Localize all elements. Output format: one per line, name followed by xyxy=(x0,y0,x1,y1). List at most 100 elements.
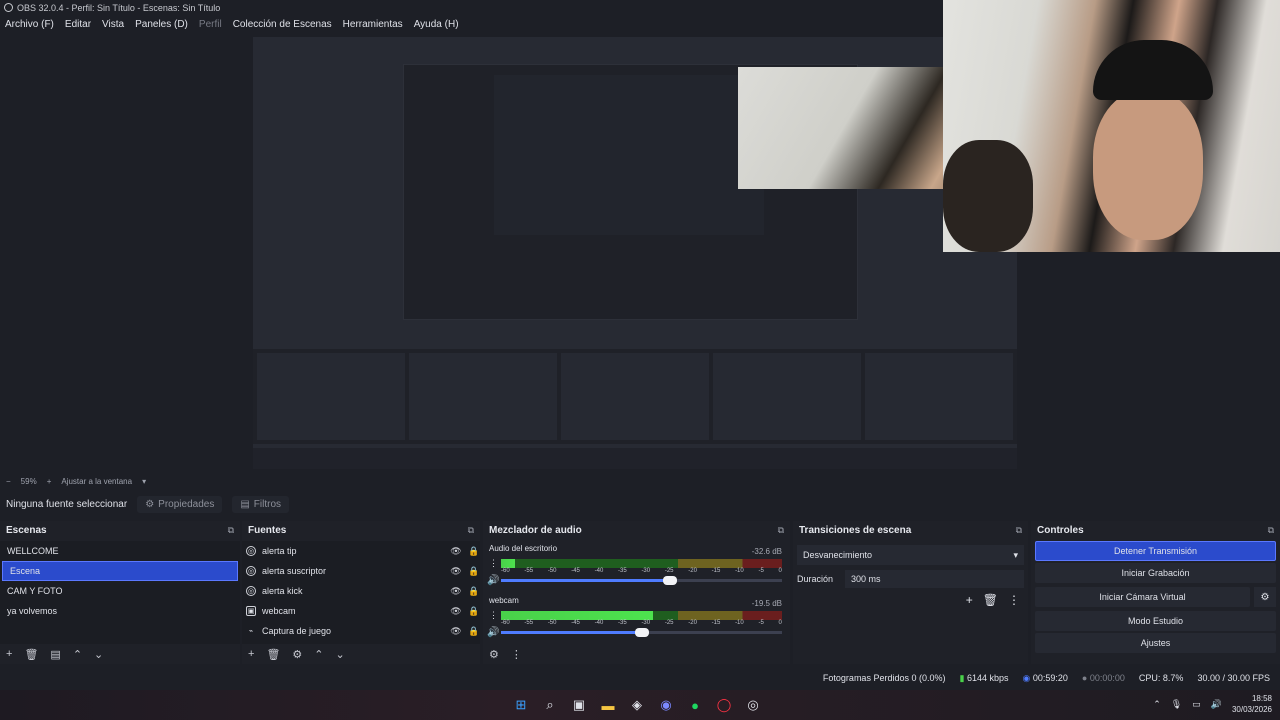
kebab-menu-icon[interactable]: ⋮ xyxy=(511,648,522,661)
add-icon[interactable]: + xyxy=(6,648,12,660)
chevron-down-icon[interactable]: ▾ xyxy=(142,477,146,486)
popout-icon[interactable]: ⧉ xyxy=(228,525,234,536)
volume-knob[interactable] xyxy=(662,576,677,585)
eye-icon[interactable]: 👁 xyxy=(450,626,462,637)
menu-archivo[interactable]: Archivo (F) xyxy=(5,19,54,30)
filters-button[interactable]: ▤ Filtros xyxy=(232,495,290,513)
volume-icon[interactable]: 🔊 xyxy=(1211,699,1222,710)
source-row[interactable]: ⌁ Captura de juego 👁 🔒 xyxy=(242,621,480,641)
kebab-menu-icon[interactable]: ⋮ xyxy=(489,610,498,621)
nested-docks xyxy=(253,349,1017,444)
volume-slider[interactable] xyxy=(501,576,782,585)
opera-icon[interactable]: ◯ xyxy=(715,696,733,714)
obs-logo-icon xyxy=(4,3,13,12)
eye-icon[interactable]: 👁 xyxy=(450,586,462,597)
lock-icon[interactable]: 🔒 xyxy=(468,566,480,577)
properties-button[interactable]: ⚙ Propiedades xyxy=(137,495,223,513)
source-row[interactable]: ▣ webcam 👁 🔒 xyxy=(242,601,480,621)
eye-icon[interactable]: 👁 xyxy=(450,566,462,577)
gear-icon[interactable]: ⚙ xyxy=(1254,587,1276,607)
lock-icon[interactable]: 🔒 xyxy=(468,626,480,637)
dropped-frames: Fotogramas Perdidos 0 (0.0%) xyxy=(822,673,946,683)
scene-item[interactable]: CAM Y FOTO xyxy=(0,581,240,601)
tick-label: -30 xyxy=(641,620,651,626)
menu-editar[interactable]: Editar xyxy=(65,19,91,30)
network-icon[interactable]: ▭ xyxy=(1192,699,1201,710)
add-icon[interactable]: + xyxy=(248,648,254,660)
clock[interactable]: 18:58 30/03/2026 xyxy=(1232,693,1272,715)
scene-item[interactable]: ya volvemos xyxy=(0,601,240,621)
transition-duration-row: Duración 300 ms xyxy=(797,569,1024,589)
gear-icon[interactable]: ⚙ xyxy=(292,648,302,661)
discord-icon[interactable]: ◉ xyxy=(657,696,675,714)
move-down-icon[interactable]: ⌄ xyxy=(94,648,103,661)
add-icon[interactable]: + xyxy=(966,593,973,607)
source-row[interactable]: ◎ alerta tip 👁 🔒 xyxy=(242,541,480,561)
filter-icon[interactable]: ▤ xyxy=(50,648,60,661)
move-up-icon[interactable]: ⌃ xyxy=(73,648,82,661)
source-row[interactable]: ◎ alerta suscriptor 👁 🔒 xyxy=(242,561,480,581)
trash-icon[interactable]: 🗑 xyxy=(266,648,280,661)
menu-perfil[interactable]: Perfil xyxy=(199,19,222,30)
eye-icon[interactable]: 👁 xyxy=(450,546,462,557)
move-down-icon[interactable]: ⌄ xyxy=(336,648,345,661)
start-virtualcam-button[interactable]: Iniciar Cámara Virtual xyxy=(1035,587,1250,607)
lock-icon[interactable]: 🔒 xyxy=(468,586,480,597)
menu-ayuda[interactable]: Ayuda (H) xyxy=(414,19,459,30)
meter-fill xyxy=(501,559,516,568)
chevron-up-icon[interactable]: ⌃ xyxy=(1153,699,1161,710)
start-record-button[interactable]: Iniciar Grabación xyxy=(1035,563,1276,583)
volume-slider[interactable] xyxy=(501,628,782,637)
trash-icon[interactable]: 🗑 xyxy=(983,593,998,607)
volume-knob[interactable] xyxy=(634,628,649,637)
settings-button[interactable]: Ajustes xyxy=(1035,633,1276,653)
microphone-icon[interactable]: 🎙 xyxy=(1171,699,1182,710)
popout-icon[interactable]: ⧉ xyxy=(468,525,474,536)
task-view-icon[interactable]: ▣ xyxy=(570,696,588,714)
lock-icon[interactable]: 🔒 xyxy=(468,546,480,557)
scenes-toolbar: + 🗑 ▤ ⌃ ⌄ xyxy=(0,644,240,664)
advanced-audio-icon[interactable]: ⚙ xyxy=(489,648,499,661)
record-time: 00:00:00 xyxy=(1089,673,1125,683)
popout-icon[interactable]: ⧉ xyxy=(778,525,784,536)
zoom-fit-select[interactable]: Ajustar a la ventana xyxy=(61,477,132,486)
popout-icon[interactable]: ⧉ xyxy=(1268,525,1274,536)
move-up-icon[interactable]: ⌃ xyxy=(314,648,323,661)
speaker-icon[interactable]: 🔊 xyxy=(487,575,499,586)
channel-name: webcam xyxy=(489,596,519,605)
trash-icon[interactable]: 🗑 xyxy=(24,648,38,661)
kebab-menu-icon[interactable]: ⋮ xyxy=(489,558,498,569)
channel-name: Audio del escritorio xyxy=(489,544,558,553)
menu-herramientas[interactable]: Herramientas xyxy=(343,19,403,30)
source-row[interactable]: ◎ alerta kick 👁 🔒 xyxy=(242,581,480,601)
stop-stream-button[interactable]: Detener Transmisión xyxy=(1035,541,1276,561)
file-explorer-icon[interactable]: ▬ xyxy=(599,696,617,714)
menu-coleccion-escenas[interactable]: Colección de Escenas xyxy=(233,19,332,30)
tick-label: -25 xyxy=(664,568,674,574)
eye-icon[interactable]: 👁 xyxy=(450,606,462,617)
zoom-in-button[interactable]: + xyxy=(47,477,52,486)
scene-item-selected[interactable]: Escena xyxy=(2,561,238,581)
duration-input[interactable]: 300 ms xyxy=(845,570,1024,588)
gamepad-icon: ⌁ xyxy=(248,628,254,635)
controls-dock-header: Controles ⧉ xyxy=(1031,521,1280,539)
steam-icon[interactable]: ◈ xyxy=(628,696,646,714)
studio-mode-button[interactable]: Modo Estudio xyxy=(1035,611,1276,631)
search-icon[interactable]: ⌕ xyxy=(541,696,559,714)
transition-select[interactable]: Desvanecimiento ▾ xyxy=(797,545,1024,565)
obs-icon[interactable]: ◎ xyxy=(744,696,762,714)
mixer-toolbar: ⚙ ⋮ xyxy=(483,644,790,664)
speaker-icon[interactable]: 🔊 xyxy=(487,627,499,638)
status-bar: Fotogramas Perdidos 0 (0.0%) ▮ 6144 kbps… xyxy=(0,668,1280,688)
popout-icon[interactable]: ⧉ xyxy=(1016,525,1022,536)
menu-vista[interactable]: Vista xyxy=(102,19,124,30)
meter-ticks: -60 -55 -50 -45 -40 -35 -30 -25 -20 -15 … xyxy=(501,620,782,628)
zoom-out-button[interactable]: − xyxy=(6,477,11,486)
menu-paneles[interactable]: Paneles (D) xyxy=(135,19,188,30)
kebab-menu-icon[interactable]: ⋮ xyxy=(1008,593,1020,607)
webcam-source[interactable] xyxy=(943,0,1280,252)
lock-icon[interactable]: 🔒 xyxy=(468,606,480,617)
spotify-icon[interactable]: ● xyxy=(686,696,704,714)
scene-item[interactable]: WELLCOME xyxy=(0,541,240,561)
windows-start-icon[interactable]: ⊞ xyxy=(512,696,530,714)
